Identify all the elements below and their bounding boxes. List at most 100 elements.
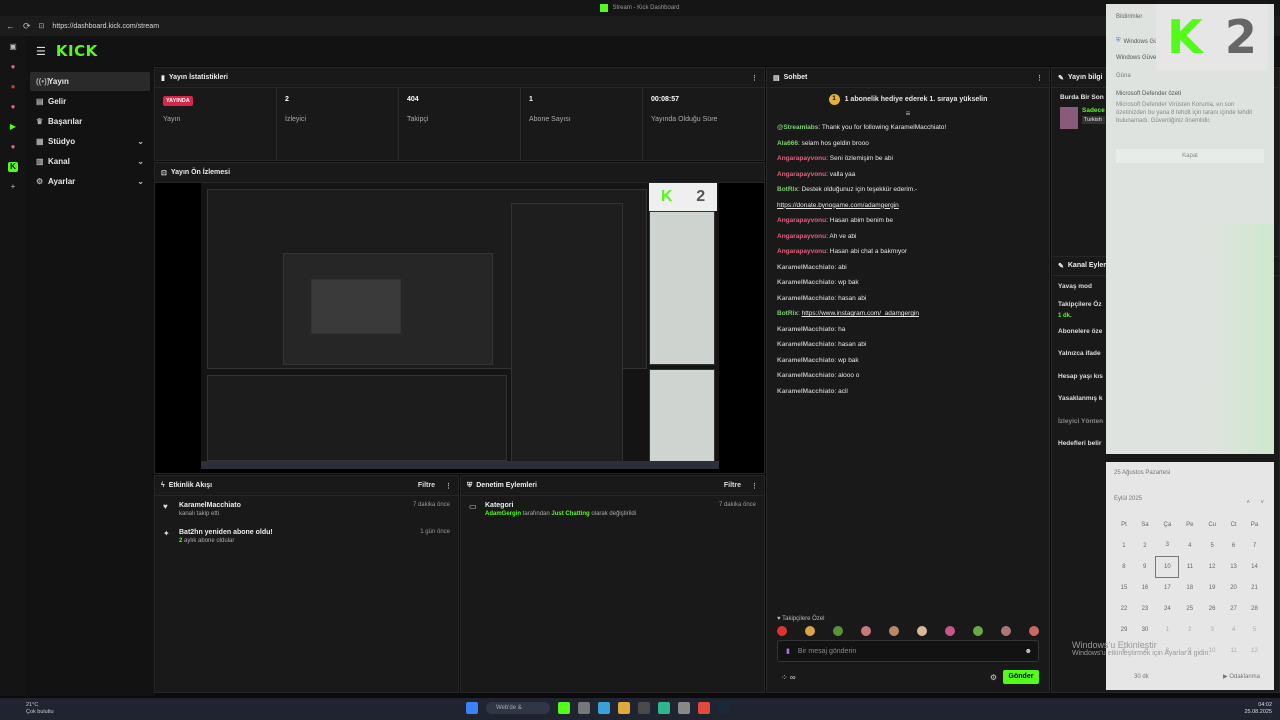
emote[interactable] [889, 626, 899, 636]
calendar-day[interactable]: 8 [1114, 556, 1134, 577]
app-icon[interactable]: ● [8, 142, 18, 152]
windows-start-icon[interactable] [466, 702, 478, 714]
app-icon[interactable] [578, 702, 590, 714]
chat-username[interactable]: KaramelMacchiato [777, 357, 834, 364]
weather-widget[interactable]: 21°C Çok bulutlu [26, 702, 54, 716]
chat-username[interactable]: KaramelMacchiato [777, 388, 834, 395]
emote[interactable] [861, 626, 871, 636]
chat-username[interactable]: KaramelMacchiato [777, 326, 834, 333]
emote[interactable] [777, 626, 787, 636]
chat-username[interactable]: BotRix [777, 310, 798, 317]
chat-username[interactable]: Angarapayvonu [777, 155, 826, 162]
sidebar-item-yayin[interactable]: ((•)) Yayın [30, 72, 150, 91]
more-icon[interactable]: ⋮ [1036, 74, 1043, 82]
add-icon[interactable]: + [8, 182, 18, 192]
chat-username[interactable]: KaramelMacchiato [777, 264, 834, 271]
chat-input[interactable]: ▮ Bir mesaj gönderin ☻ [777, 640, 1039, 662]
chat-username[interactable]: Ala666 [777, 140, 798, 147]
sidebar-item-ayarlar[interactable]: ⚙ Ayarlar ⌄ [30, 172, 150, 191]
emote[interactable] [1029, 626, 1039, 636]
app-icon[interactable]: ● [8, 62, 18, 72]
calendar-day[interactable]: 13 [1224, 556, 1244, 577]
more-icon[interactable]: ⋮ [445, 482, 452, 490]
calendar-day[interactable]: 27 [1224, 598, 1244, 619]
chevron-up-icon[interactable]: ˄ [1246, 500, 1250, 506]
send-button[interactable]: Gönder [1003, 670, 1039, 684]
edge-icon[interactable] [658, 702, 670, 714]
calendar-day[interactable]: 5 [1244, 619, 1266, 640]
calendar-day[interactable]: 2 [1179, 619, 1201, 640]
stream-preview-video[interactable]: K2 [201, 183, 719, 469]
emote[interactable] [833, 626, 843, 636]
calendar-day[interactable]: 18 [1179, 577, 1201, 598]
pin-icon[interactable]: ≡ [767, 109, 1049, 118]
sidebar-item-studyo[interactable]: ▦ Stüdyo ⌄ [30, 132, 150, 151]
calendar-day[interactable]: 11 [1224, 640, 1244, 661]
sidebar-item-kanal[interactable]: ▥ Kanal ⌄ [30, 152, 150, 171]
kick-app-icon[interactable]: K [8, 162, 18, 172]
emote[interactable] [917, 626, 927, 636]
calendar-month[interactable]: Eylül 2025 [1114, 496, 1266, 502]
chat-username[interactable]: BotRix [777, 186, 798, 193]
app-icon[interactable] [598, 702, 610, 714]
calendar-day[interactable]: 15 [1114, 577, 1134, 598]
feed-category[interactable]: Just Chatting [551, 511, 589, 517]
calendar-day[interactable]: 12 [1201, 556, 1224, 577]
calendar-day[interactable]: 26 [1201, 598, 1224, 619]
chat-link[interactable]: https://donate.bynogame.com/adamgergin [777, 202, 899, 209]
menu-icon[interactable]: ☰ [36, 45, 46, 58]
calendar-day[interactable]: 30 [1134, 619, 1156, 640]
calendar-day[interactable]: 23 [1134, 598, 1156, 619]
calendar-day[interactable]: 12 [1244, 640, 1266, 661]
calendar-header[interactable]: 25 Ağustos Pazartesi [1114, 470, 1266, 476]
calendar-day[interactable]: 21 [1244, 577, 1266, 598]
calendar-day[interactable]: 7 [1244, 535, 1266, 556]
app-icon[interactable] [638, 702, 650, 714]
sidebar-item-basarilar[interactable]: ♛ Başarılar [30, 112, 150, 131]
calendar-day[interactable]: 6 [1224, 535, 1244, 556]
folder-icon[interactable] [618, 702, 630, 714]
calendar-day[interactable]: 4 [1224, 619, 1244, 640]
calendar-day[interactable]: 14 [1244, 556, 1266, 577]
kick-logo[interactable]: KICK [56, 42, 98, 60]
emoji-icon[interactable]: ☻ [1025, 648, 1032, 655]
tabs-icon[interactable]: ▣ [8, 42, 18, 52]
calendar-day[interactable]: 20 [1224, 577, 1244, 598]
more-icon[interactable]: ⋮ [751, 482, 758, 490]
feed-user[interactable]: AdamGergin [485, 511, 521, 517]
calendar-day[interactable]: 22 [1114, 598, 1134, 619]
chat-username[interactable]: KaramelMacchiato [777, 341, 834, 348]
filter-button[interactable]: Filtre [724, 482, 741, 489]
chevron-down-icon[interactable]: ˅ [1260, 500, 1264, 506]
calendar-day[interactable]: 16 [1134, 577, 1156, 598]
focus-duration[interactable]: 30 dk [1134, 674, 1149, 680]
calendar-day[interactable]: 3 [1201, 619, 1224, 640]
url-text[interactable]: https://dashboard.kick.com/stream [52, 23, 159, 30]
calendar-day[interactable]: 1 [1156, 619, 1179, 640]
calendar-day[interactable]: 1 [1114, 535, 1134, 556]
chat-username[interactable]: KaramelMacchiato [777, 295, 834, 302]
calendar-day[interactable]: 10 [1155, 555, 1180, 578]
reload-icon[interactable]: ⟳ [23, 21, 31, 32]
calendar-day[interactable]: 5 [1201, 535, 1224, 556]
close-button[interactable]: Kapat [1116, 149, 1264, 163]
chat-username[interactable]: @Streamlabs [777, 124, 818, 131]
calendar-day[interactable]: 9 [1134, 556, 1156, 577]
gear-icon[interactable]: ⚙ [990, 673, 997, 682]
chat-username[interactable]: KaramelMacchiato [777, 279, 834, 286]
calendar-day[interactable]: 11 [1179, 556, 1201, 577]
emote[interactable] [945, 626, 955, 636]
app-icon[interactable]: ● [8, 102, 18, 112]
chat-username[interactable]: Angarapayvonu [777, 217, 826, 224]
mic-icon[interactable]: ▮ [786, 647, 790, 655]
calendar-day[interactable]: 4 [1179, 535, 1201, 556]
chat-username[interactable]: Angarapayvonu [777, 171, 826, 178]
taskbar-search[interactable]: Web'de & [486, 702, 550, 714]
emote[interactable] [1001, 626, 1011, 636]
chat-link[interactable]: https://www.instagram.com/_adamgergin [802, 310, 919, 317]
focus-button[interactable]: ▶ Odaklanma [1223, 673, 1260, 680]
emote[interactable] [973, 626, 983, 636]
chat-username[interactable]: Angarapayvonu [777, 248, 826, 255]
app-icon[interactable]: ▶ [8, 122, 18, 132]
calendar-day[interactable]: 19 [1201, 577, 1224, 598]
